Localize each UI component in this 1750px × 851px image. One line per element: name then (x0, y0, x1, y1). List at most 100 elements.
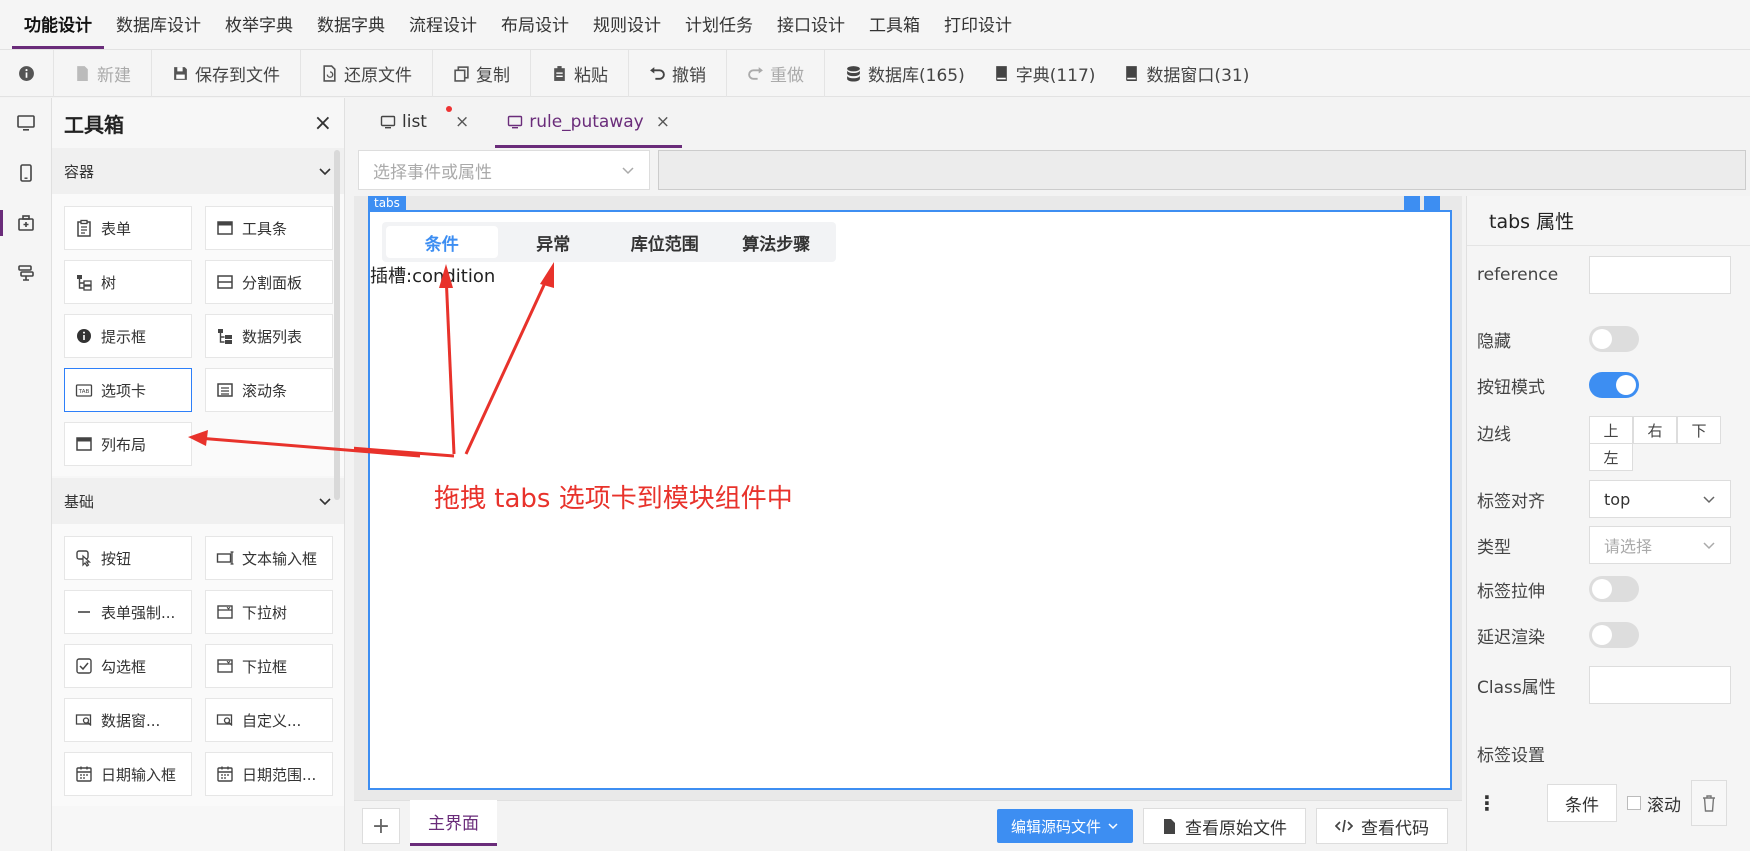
save-to-file-button[interactable]: 保存到文件 (152, 49, 301, 97)
database-label: 数据库(165) (868, 65, 965, 86)
menu-scheduled-tasks[interactable]: 计划任务 (673, 1, 765, 49)
tab-exception[interactable]: 异常 (498, 226, 610, 258)
event-value-input[interactable] (658, 150, 1746, 190)
menu-enum-dictionary[interactable]: 枚举字典 (213, 1, 305, 49)
new-button[interactable]: 新建 (54, 49, 152, 97)
menu-rule-design[interactable]: 规则设计 (581, 1, 673, 49)
border-bottom-option[interactable]: 下 (1677, 416, 1721, 444)
info-button[interactable] (0, 49, 54, 97)
copy-icon[interactable] (1404, 196, 1420, 210)
tab-condition[interactable]: 条件 (386, 226, 498, 258)
basic-section-header[interactable]: 基础 (52, 478, 344, 524)
paste-icon (554, 65, 565, 81)
undo-button[interactable]: 撤销 (629, 49, 727, 97)
redo-button[interactable]: 重做 (727, 49, 825, 97)
copy-button[interactable]: 复制 (433, 49, 531, 97)
button-mode-switch[interactable] (1589, 372, 1639, 398)
comp-form-force[interactable]: 表单强制... (64, 590, 192, 634)
rail-desktop[interactable] (0, 98, 52, 148)
main-view-tab[interactable]: 主界面 (410, 800, 497, 846)
chevron-down-icon (1703, 496, 1715, 504)
comp-button[interactable]: 按钮 (64, 536, 192, 580)
menu-print-design[interactable]: 打印设计 (932, 1, 1024, 49)
comp-dropdown-tree[interactable]: 下拉树 (205, 590, 333, 634)
comp-checkbox[interactable]: 勾选框 (64, 644, 192, 688)
trash-icon[interactable] (1691, 780, 1727, 826)
tab-location-range[interactable]: 库位范围 (609, 226, 721, 258)
view-code-button[interactable]: 查看代码 (1316, 808, 1448, 844)
menu-toolbox[interactable]: 工具箱 (857, 1, 932, 49)
comp-column-layout[interactable]: 列布局 (64, 422, 192, 466)
menu-function-design[interactable]: 功能设计 (12, 1, 104, 49)
database-button[interactable]: 数据库(165) (825, 50, 979, 97)
reference-input[interactable] (1589, 256, 1731, 294)
comp-tree[interactable]: 树 (64, 260, 192, 304)
restore-file-button[interactable]: 还原文件 (301, 49, 433, 97)
border-top-option[interactable]: 上 (1589, 416, 1633, 444)
tab-setting-name-input[interactable]: 条件 (1547, 784, 1617, 822)
comp-form-force-label: 表单强制... (101, 603, 176, 622)
close-icon[interactable]: × (455, 112, 469, 132)
menu-flow-design[interactable]: 流程设计 (397, 1, 489, 49)
comp-dropdown[interactable]: 下拉框 (205, 644, 333, 688)
lazy-switch[interactable] (1589, 622, 1639, 648)
add-page-button[interactable]: + (362, 808, 400, 844)
event-select[interactable]: 选择事件或属性 (358, 150, 650, 190)
comp-split-panel[interactable]: 分割面板 (205, 260, 333, 304)
border-right-option[interactable]: 右 (1633, 416, 1677, 444)
paste-button[interactable]: 粘贴 (531, 49, 629, 97)
type-select[interactable]: 请选择 (1589, 526, 1731, 564)
comp-form[interactable]: 表单 (64, 206, 192, 250)
toolbox-scrollbar[interactable] (334, 150, 340, 500)
tab-align-select[interactable]: top (1589, 480, 1731, 518)
dictionary-button[interactable]: 字典(117) (979, 50, 1110, 97)
stretch-label: 标签拉伸 (1477, 581, 1545, 602)
rail-mobile[interactable] (0, 148, 52, 198)
file-tab-list[interactable]: list × (368, 98, 481, 148)
file-tab-rule-putaway[interactable]: rule_putaway × (495, 98, 682, 148)
close-icon[interactable]: × (314, 111, 332, 136)
comp-text-input[interactable]: 文本输入框 (205, 536, 333, 580)
comp-custom[interactable]: 自定义... (205, 698, 333, 742)
delete-icon[interactable] (1424, 196, 1440, 210)
class-input[interactable] (1589, 666, 1731, 704)
rail-components[interactable] (0, 248, 52, 298)
menu-layout-design[interactable]: 布局设计 (489, 1, 581, 49)
toolbar: 新建 保存到文件 还原文件 复制 粘贴 撤销 重做 数据库(165) 字典(11… (0, 49, 1750, 97)
border-left-option[interactable]: 左 (1589, 443, 1633, 471)
stretch-switch[interactable] (1589, 576, 1639, 602)
comp-tabs[interactable]: TAB 选项卡 (64, 368, 192, 412)
comp-checkbox-label: 勾选框 (101, 657, 147, 676)
data-window-button[interactable]: 数据窗口(31) (1109, 50, 1263, 97)
comp-date-input[interactable]: 日期输入框 (64, 752, 192, 796)
menu-database-design[interactable]: 数据库设计 (104, 1, 213, 49)
view-original-label: 查看原始文件 (1185, 818, 1287, 839)
container-section-header[interactable]: 容器 (52, 148, 344, 194)
restore-file-label: 还原文件 (344, 65, 412, 86)
prop-tab-align: 标签对齐 top (1477, 480, 1741, 518)
menu-api-design[interactable]: 接口设计 (765, 1, 857, 49)
comp-data-window[interactable]: 数据窗... (64, 698, 192, 742)
drag-handle-icon[interactable]: ⋮ (1477, 791, 1537, 815)
scroll-checkbox[interactable] (1627, 796, 1641, 810)
stack-icon (18, 265, 34, 281)
comp-scrollbar[interactable]: 滚动条 (205, 368, 333, 412)
file-icon (1164, 818, 1175, 834)
view-original-button[interactable]: 查看原始文件 (1143, 808, 1306, 844)
comp-data-list[interactable]: 数据列表 (205, 314, 333, 358)
comp-toolbar[interactable]: 工具条 (205, 206, 333, 250)
tab-algorithm-steps[interactable]: 算法步骤 (721, 226, 833, 258)
close-icon[interactable]: × (656, 112, 670, 132)
comp-date-range[interactable]: 日期范围... (205, 752, 333, 796)
basic-section-title: 基础 (64, 492, 95, 511)
rail-toolbox[interactable] (0, 198, 52, 248)
pointer-icon (76, 550, 92, 567)
hidden-switch[interactable] (1589, 326, 1639, 352)
info-icon (77, 329, 91, 343)
menu-data-dictionary[interactable]: 数据字典 (305, 1, 397, 49)
edit-source-button[interactable]: 编辑源码文件 (996, 809, 1133, 843)
comp-tooltip[interactable]: 提示框 (64, 314, 192, 358)
tab-align-label: 标签对齐 (1477, 491, 1545, 512)
type-label: 类型 (1477, 537, 1511, 558)
prop-tab-settings: 标签设置 (1477, 741, 1741, 766)
